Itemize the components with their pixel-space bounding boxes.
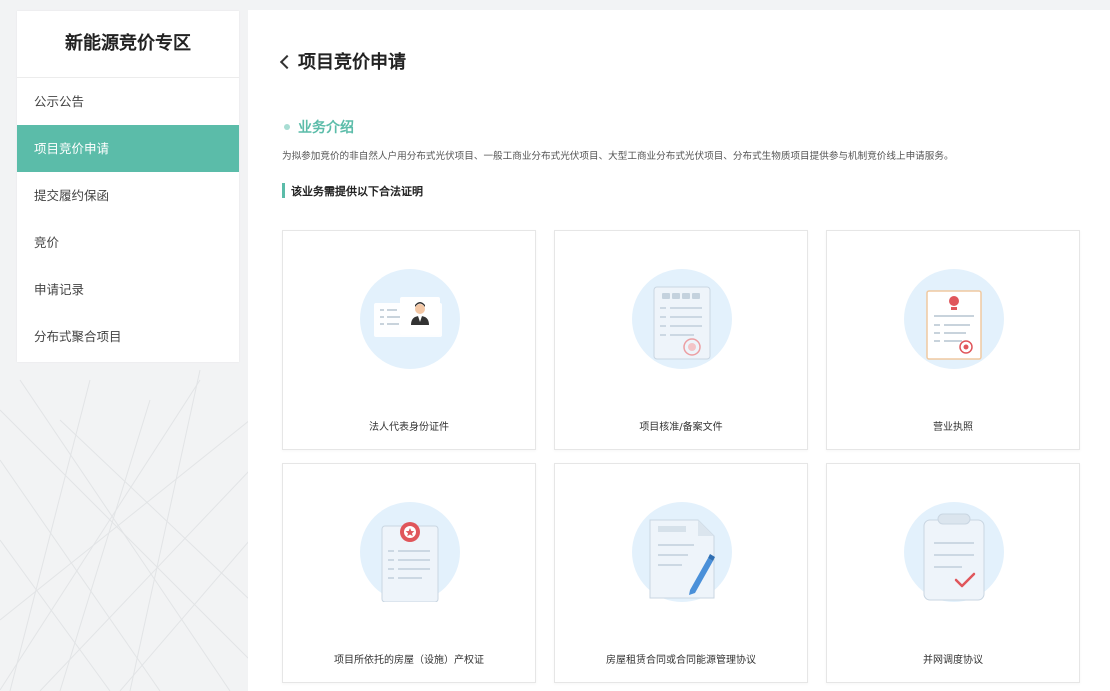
business-intro-text: 为拟参加竞价的非自然人户用分布式光伏项目、一般工商业分布式光伏项目、大型工商业分… xyxy=(282,151,954,162)
requirements-title: 该业务需提供以下合法证明 xyxy=(291,184,423,198)
main-content: 项目竞价申请 业务介绍 为拟参加竞价的非自然人户用分布式光伏项目、一般工商业分布… xyxy=(248,10,1110,691)
document-card-property-certificate[interactable]: 项目所依托的房屋（设施）产权证 xyxy=(282,463,536,683)
sidebar-item-project-bid-application[interactable]: 项目竞价申请 xyxy=(17,125,239,172)
sidebar: 新能源竞价专区 公示公告 项目竞价申请 提交履约保函 竞价 申请记录 分布式聚合… xyxy=(17,11,239,362)
approval-document-icon xyxy=(632,269,732,369)
document-card-lease-contract[interactable]: 房屋租赁合同或合同能源管理协议 xyxy=(554,463,808,683)
accent-bar-icon xyxy=(282,183,285,198)
chevron-left-icon[interactable] xyxy=(279,54,295,69)
business-license-icon xyxy=(904,269,1004,369)
sidebar-item-performance-guarantee[interactable]: 提交履约保函 xyxy=(17,172,239,219)
card-label: 法人代表身份证件 xyxy=(369,422,449,433)
sidebar-title: 新能源竞价专区 xyxy=(17,11,239,78)
sidebar-item-announcements[interactable]: 公示公告 xyxy=(17,78,239,125)
card-label: 并网调度协议 xyxy=(923,655,983,666)
document-card-business-license[interactable]: 营业执照 xyxy=(826,230,1080,450)
section-heading: 业务介绍 xyxy=(284,117,354,137)
section-title: 业务介绍 xyxy=(298,120,354,136)
document-card-approval-filing[interactable]: 项目核准/备案文件 xyxy=(554,230,808,450)
property-certificate-icon xyxy=(360,502,460,602)
card-label: 项目核准/备案文件 xyxy=(639,422,723,433)
clipboard-check-icon xyxy=(904,502,1004,602)
contract-pen-icon xyxy=(632,502,732,602)
card-label: 房屋租赁合同或合同能源管理协议 xyxy=(606,655,756,666)
requirements-heading: 该业务需提供以下合法证明 xyxy=(282,183,423,198)
sidebar-item-bidding[interactable]: 竞价 xyxy=(17,219,239,266)
card-label: 营业执照 xyxy=(933,422,973,433)
back-title[interactable]: 项目竞价申请 xyxy=(279,48,406,74)
page-title: 项目竞价申请 xyxy=(298,52,406,73)
document-card-grid-dispatch[interactable]: 并网调度协议 xyxy=(826,463,1080,683)
sidebar-item-distributed-aggregation[interactable]: 分布式聚合项目 xyxy=(17,313,239,360)
dot-icon xyxy=(284,124,290,130)
document-card-legal-rep-id[interactable]: 法人代表身份证件 xyxy=(282,230,536,450)
sidebar-item-application-records[interactable]: 申请记录 xyxy=(17,266,239,313)
card-label: 项目所依托的房屋（设施）产权证 xyxy=(334,655,484,666)
id-card-icon xyxy=(360,269,460,369)
